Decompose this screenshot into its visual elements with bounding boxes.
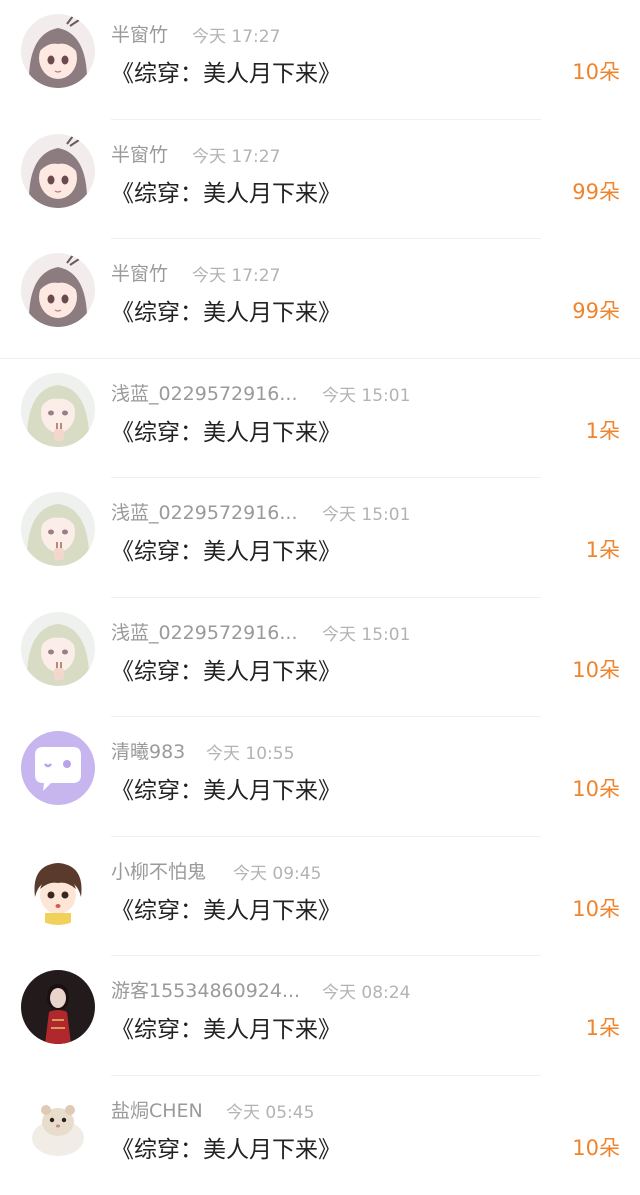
timestamp: 今天 08:24 [322,978,410,1003]
flower-count: 10朵 [572,1132,620,1162]
list-item[interactable]: 盐焗CHEN 今天 05:45 《综穿：美人月下来》 10朵 [0,1076,640,1195]
list-item[interactable]: 浅蓝_0229572916... 今天 15:01 《综穿：美人月下来》 1朵 [0,478,640,598]
book-title[interactable]: 《综穿：美人月下来》 [111,1010,341,1044]
book-title[interactable]: 《综穿：美人月下来》 [111,54,341,88]
girl-blonde-avatar[interactable] [21,612,95,686]
user-name[interactable]: 盐焗CHEN [111,1096,203,1123]
timestamp: 今天 05:45 [226,1098,314,1123]
flower-count: 1朵 [586,415,620,445]
user-name[interactable]: 半窗竹 [111,140,168,167]
cartoon-girl-avatar[interactable] [21,851,95,925]
woman-red-dress-avatar[interactable] [21,970,95,1044]
user-name[interactable]: 浅蓝_0229572916... [111,379,298,406]
girl-grey-hair-avatar[interactable] [21,134,95,208]
girl-grey-hair-avatar[interactable] [21,253,95,327]
flower-count: 1朵 [586,1012,620,1042]
timestamp: 今天 17:27 [192,261,280,286]
timestamp: 今天 15:01 [322,500,410,525]
flower-count: 1朵 [586,534,620,564]
list-item[interactable]: 浅蓝_0229572916... 今天 15:01 《综穿：美人月下来》 10朵 [0,598,640,718]
user-name[interactable]: 半窗竹 [111,20,168,47]
flower-count: 10朵 [572,56,620,86]
flower-count: 10朵 [572,893,620,923]
list-item[interactable]: 浅蓝_0229572916... 今天 15:01 《综穿：美人月下来》 1朵 [0,359,640,479]
list-item[interactable]: 清曦983 今天 10:55 《综穿：美人月下来》 10朵 [0,717,640,837]
girl-grey-hair-avatar[interactable] [21,14,95,88]
hamster-avatar[interactable] [21,1090,95,1164]
flower-count: 10朵 [572,773,620,803]
user-name[interactable]: 小柳不怕鬼 [111,857,206,884]
book-title[interactable]: 《综穿：美人月下来》 [111,771,341,805]
timestamp: 今天 15:01 [322,620,410,645]
list-item[interactable]: 游客15534860924... 今天 08:24 《综穿：美人月下来》 1朵 [0,956,640,1076]
book-title[interactable]: 《综穿：美人月下来》 [111,174,341,208]
timestamp: 今天 10:55 [206,739,294,764]
flower-count: 10朵 [572,654,620,684]
book-title[interactable]: 《综穿：美人月下来》 [111,532,341,566]
user-name[interactable]: 清曦983 [111,737,185,764]
girl-blonde-avatar[interactable] [21,373,95,447]
reward-list: 半窗竹 今天 17:27 《综穿：美人月下来》 10朵 半窗竹 今天 17:27… [0,0,640,1195]
book-title[interactable]: 《综穿：美人月下来》 [111,652,341,686]
list-item[interactable]: 小柳不怕鬼 今天 09:45 《综穿：美人月下来》 10朵 [0,837,640,957]
girl-blonde-avatar[interactable] [21,492,95,566]
user-name[interactable]: 浅蓝_0229572916... [111,618,298,645]
user-name[interactable]: 浅蓝_0229572916... [111,498,298,525]
list-item[interactable]: 半窗竹 今天 17:27 《综穿：美人月下来》 99朵 [0,239,640,359]
book-title[interactable]: 《综穿：美人月下来》 [111,413,341,447]
book-title[interactable]: 《综穿：美人月下来》 [111,293,341,327]
user-name[interactable]: 游客15534860924... [111,976,300,1003]
user-name[interactable]: 半窗竹 [111,259,168,286]
list-item[interactable]: 半窗竹 今天 17:27 《综穿：美人月下来》 10朵 [0,0,640,120]
timestamp: 今天 09:45 [233,859,321,884]
book-title[interactable]: 《综穿：美人月下来》 [111,891,341,925]
book-title[interactable]: 《综穿：美人月下来》 [111,1130,341,1164]
list-item[interactable]: 半窗竹 今天 17:27 《综穿：美人月下来》 99朵 [0,120,640,240]
timestamp: 今天 15:01 [322,381,410,406]
chat-bubble-avatar[interactable] [21,731,95,805]
flower-count: 99朵 [572,176,620,206]
flower-count: 99朵 [572,295,620,325]
timestamp: 今天 17:27 [192,142,280,167]
timestamp: 今天 17:27 [192,22,280,47]
